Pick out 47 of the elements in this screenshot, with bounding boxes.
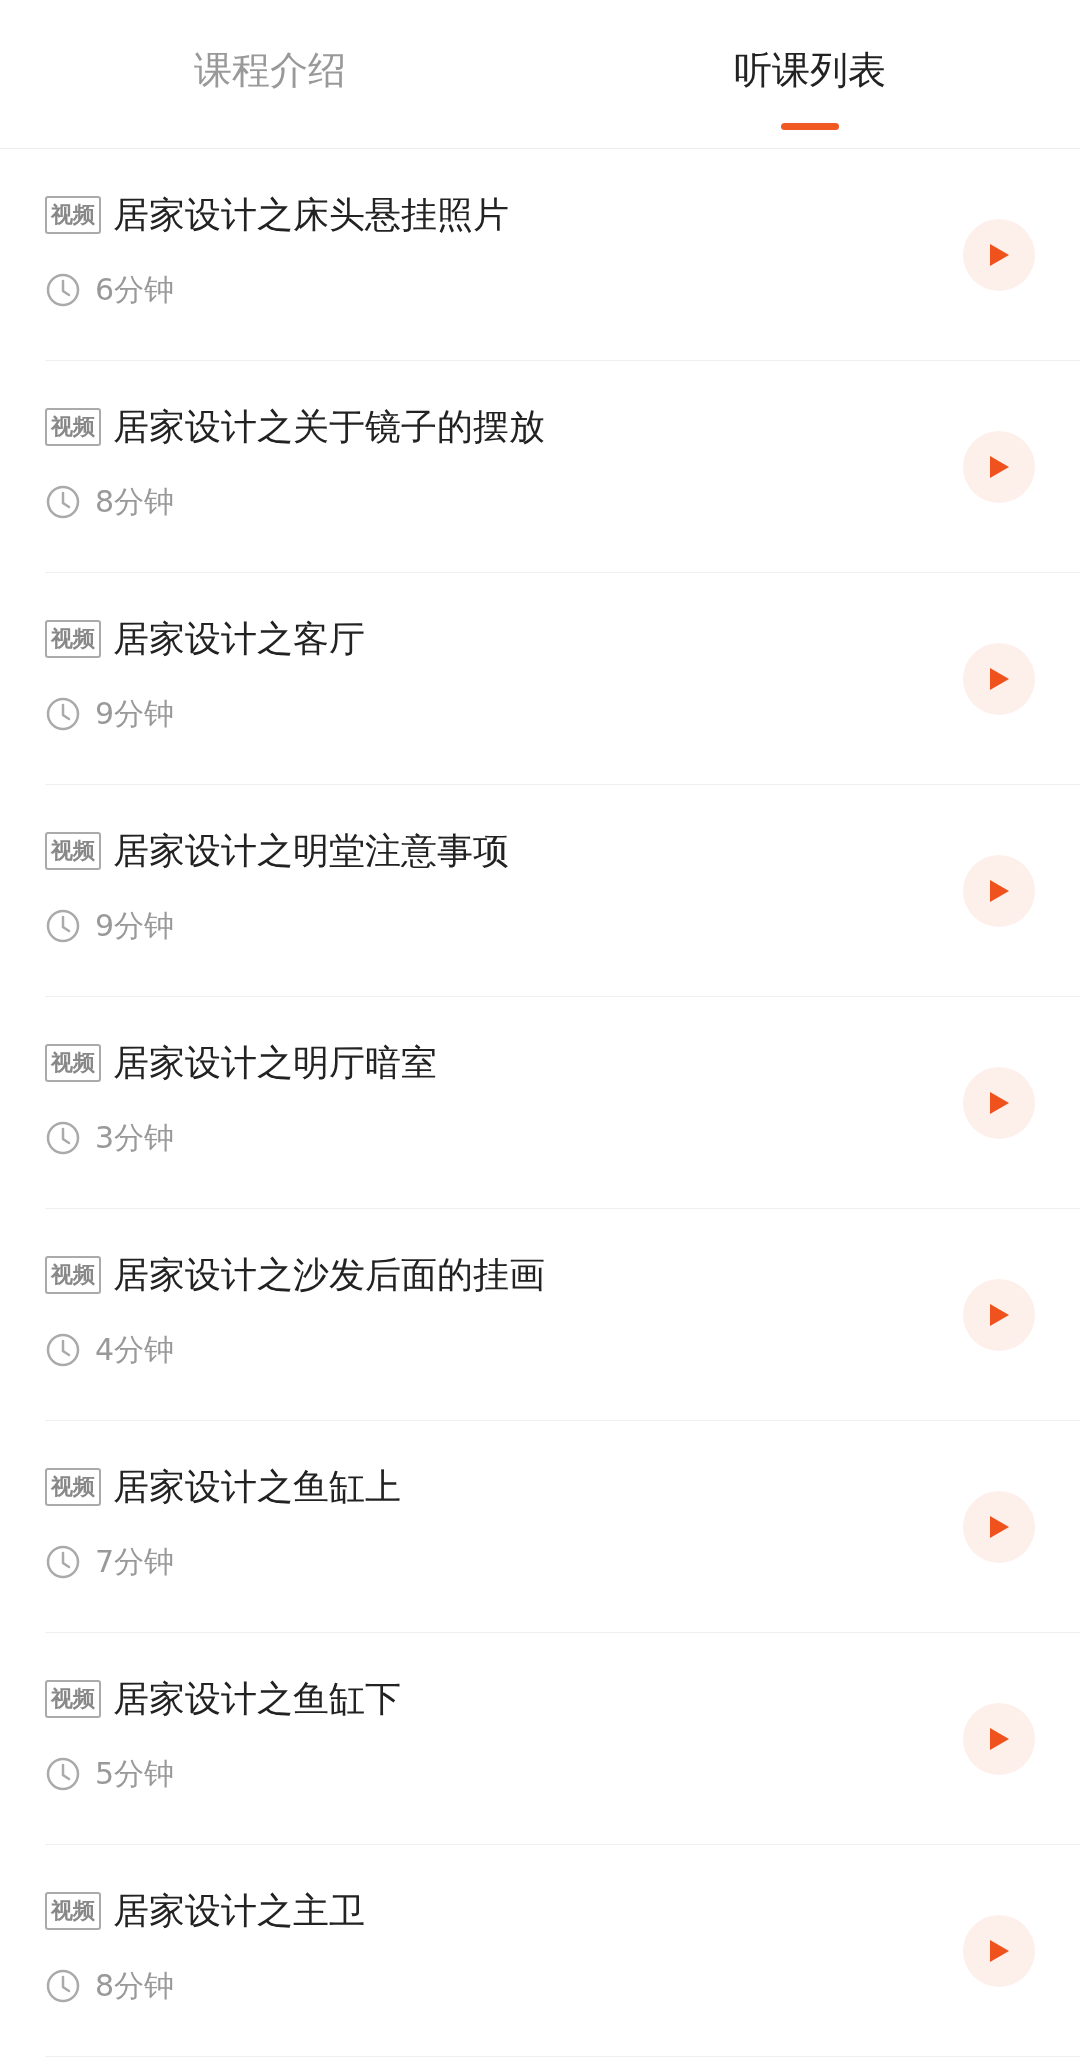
play-icon [987,1089,1011,1116]
clock-icon [45,1756,81,1792]
clock-icon [45,908,81,944]
duration: 9分钟 [95,694,175,733]
video-tag: 视频 [45,1468,101,1506]
play-icon [987,453,1011,480]
video-tag: 视频 [45,196,101,234]
play-icon [987,1937,1011,1964]
duration: 9分钟 [95,906,175,945]
lesson-title: 居家设计之明厅暗室 [113,1040,437,1085]
lesson-title: 居家设计之沙发后面的挂画 [113,1252,545,1297]
clock-icon [45,484,81,520]
duration: 3分钟 [95,1118,175,1157]
clock-icon [45,1544,81,1580]
lesson-title: 居家设计之鱼缸上 [113,1464,401,1509]
lesson-title: 居家设计之鱼缸下 [113,1676,401,1721]
clock-icon [45,272,81,308]
lesson-title: 居家设计之明堂注意事项 [113,828,509,873]
play-icon [987,1725,1011,1752]
play-icon [987,665,1011,692]
duration: 7分钟 [95,1542,175,1581]
clock-icon [45,696,81,732]
duration: 8分钟 [95,1966,175,2005]
play-icon [987,877,1011,904]
video-tag: 视频 [45,832,101,870]
clock-icon [45,1120,81,1156]
tab[interactable]: 听课列表 [540,0,1080,148]
lesson-title: 居家设计之客厅 [113,616,365,661]
video-tag: 视频 [45,1044,101,1082]
play-icon [987,1301,1011,1328]
lesson-title: 居家设计之关于镜子的摆放 [113,404,545,449]
clock-icon [45,1968,81,2004]
video-tag: 视频 [45,1680,101,1718]
play-icon [987,241,1011,268]
lesson-title: 居家设计之主卫 [113,1888,365,1933]
video-tag: 视频 [45,1256,101,1294]
video-tag: 视频 [45,620,101,658]
clock-icon [45,1332,81,1368]
video-tag: 视频 [45,1892,101,1930]
tab-indicator [781,123,839,130]
play-icon [987,1513,1011,1540]
lesson-title: 居家设计之床头悬挂照片 [113,192,509,237]
duration: 8分钟 [95,482,175,521]
duration: 6分钟 [95,270,175,309]
video-tag: 视频 [45,408,101,446]
duration: 4分钟 [95,1330,175,1369]
duration: 5分钟 [95,1754,175,1793]
